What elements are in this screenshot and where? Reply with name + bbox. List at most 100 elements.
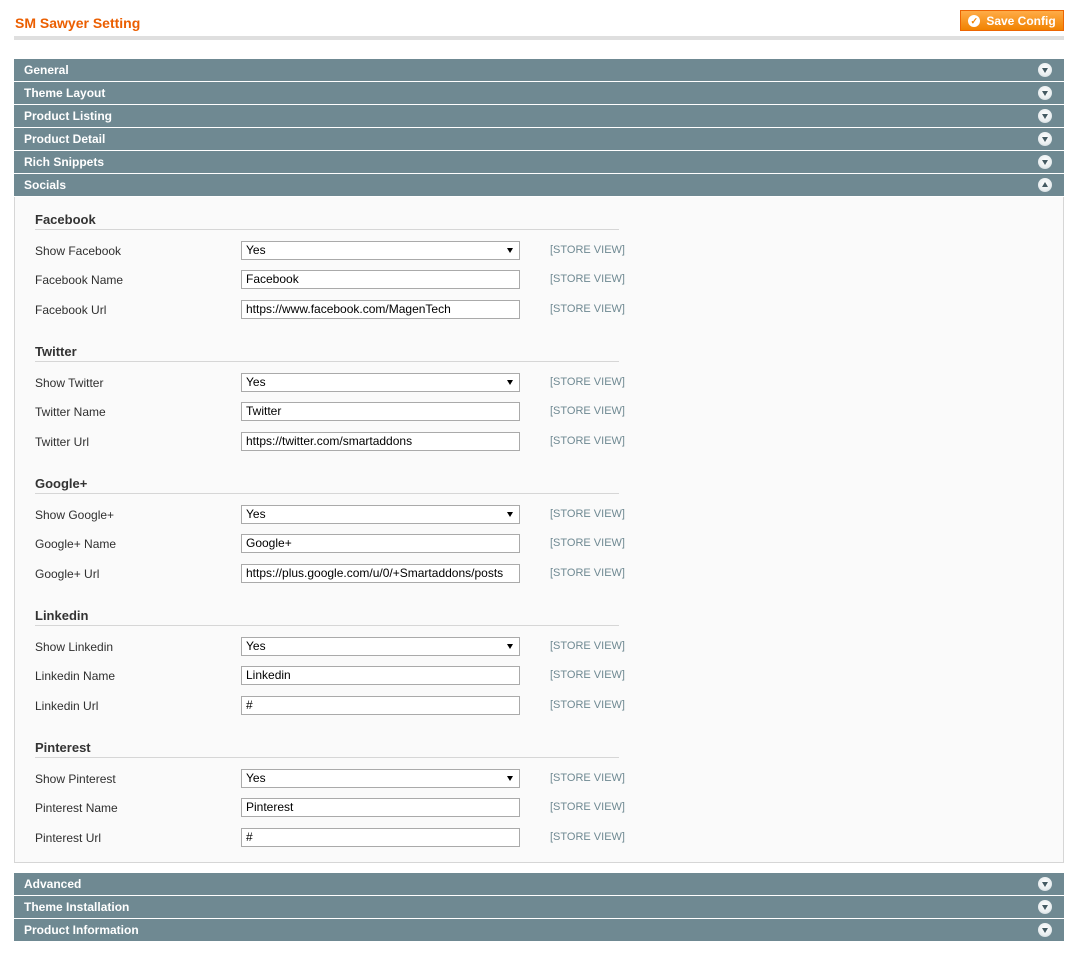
setting-row: Linkedin Name Linkedin [STORE VIEW] (35, 666, 635, 688)
chevron-down-icon[interactable] (1038, 132, 1052, 146)
twitter-name-input[interactable]: Twitter (241, 402, 520, 421)
section-title: Theme Layout (24, 86, 106, 100)
section-advanced[interactable]: Advanced (14, 873, 1064, 895)
setting-row: Show Google+ Yes [STORE VIEW] (35, 505, 635, 527)
pinterest-url-input[interactable]: # (241, 828, 520, 847)
field-label: Facebook Name (35, 273, 124, 287)
chevron-down-icon[interactable] (1038, 900, 1052, 914)
select-value: Yes (246, 771, 266, 785)
scope-label: [STORE VIEW] (550, 640, 625, 652)
section-title: Rich Snippets (24, 155, 105, 169)
show-pinterest-select[interactable]: Yes (241, 769, 520, 788)
field-label: Show Google+ (35, 508, 115, 522)
chevron-down-icon[interactable] (1038, 923, 1052, 937)
scope-label: [STORE VIEW] (550, 669, 625, 681)
setting-row: Pinterest Name Pinterest [STORE VIEW] (35, 798, 635, 820)
linkedin-name-input[interactable]: Linkedin (241, 666, 520, 685)
save-config-button[interactable]: ✓ Save Config (960, 10, 1064, 31)
setting-row: Pinterest Url # [STORE VIEW] (35, 828, 635, 850)
scope-label: [STORE VIEW] (550, 699, 625, 711)
field-label: Pinterest Name (35, 801, 118, 815)
scope-label: [STORE VIEW] (550, 801, 625, 813)
setting-row: Show Twitter Yes [STORE VIEW] (35, 373, 635, 395)
page-title: SM Sawyer Setting (15, 15, 141, 31)
select-value: Yes (246, 243, 266, 257)
chevron-down-icon[interactable] (1038, 877, 1052, 891)
scope-label: [STORE VIEW] (550, 435, 625, 447)
section-title: Theme Installation (24, 900, 130, 914)
dropdown-arrow-icon (507, 248, 513, 253)
setting-row: Twitter Url https://twitter.com/smartadd… (35, 432, 635, 454)
chevron-down-icon[interactable] (1038, 155, 1052, 169)
page-header: SM Sawyer Setting ✓ Save Config (14, 0, 1064, 40)
scope-label: [STORE VIEW] (550, 772, 625, 784)
dropdown-arrow-icon (507, 644, 513, 649)
section-socials[interactable]: Socials (14, 174, 1064, 196)
section-product-information[interactable]: Product Information (14, 919, 1064, 941)
show-facebook-select[interactable]: Yes (241, 241, 520, 260)
scope-label: [STORE VIEW] (550, 244, 625, 256)
section-theme-layout[interactable]: Theme Layout (14, 82, 1064, 104)
scope-label: [STORE VIEW] (550, 405, 625, 417)
twitter-url-input[interactable]: https://twitter.com/smartaddons (241, 432, 520, 451)
field-label: Linkedin Name (35, 669, 116, 683)
linkedin-url-input[interactable]: # (241, 696, 520, 715)
field-label: Facebook Url (35, 303, 107, 317)
setting-row: Facebook Name Facebook [STORE VIEW] (35, 270, 635, 292)
show-google-plus-select[interactable]: Yes (241, 505, 520, 524)
group-title: Linkedin (35, 608, 619, 626)
chevron-down-icon[interactable] (1038, 109, 1052, 123)
setting-row: Linkedin Url # [STORE VIEW] (35, 696, 635, 718)
section-theme-installation[interactable]: Theme Installation (14, 896, 1064, 918)
dropdown-arrow-icon (507, 776, 513, 781)
select-value: Yes (246, 507, 266, 521)
scope-label: [STORE VIEW] (550, 567, 625, 579)
facebook-name-input[interactable]: Facebook (241, 270, 520, 289)
section-product-detail[interactable]: Product Detail (14, 128, 1064, 150)
select-value: Yes (246, 639, 266, 653)
section-product-listing[interactable]: Product Listing (14, 105, 1064, 127)
field-label: Google+ Name (35, 537, 117, 551)
save-config-label: Save Config (986, 13, 1056, 28)
select-value: Yes (246, 375, 266, 389)
field-label: Show Pinterest (35, 772, 116, 786)
show-linkedin-select[interactable]: Yes (241, 637, 520, 656)
field-label: Linkedin Url (35, 699, 99, 713)
section-title: Advanced (24, 877, 82, 891)
setting-row: Show Pinterest Yes [STORE VIEW] (35, 769, 635, 791)
group-title: Facebook (35, 212, 619, 230)
section-general[interactable]: General (14, 59, 1064, 81)
scope-label: [STORE VIEW] (550, 376, 625, 388)
scope-label: [STORE VIEW] (550, 303, 625, 315)
check-circle-icon: ✓ (968, 14, 981, 27)
section-title: Socials (24, 178, 67, 192)
chevron-down-icon[interactable] (1038, 63, 1052, 77)
field-label: Show Twitter (35, 376, 104, 390)
field-label: Pinterest Url (35, 831, 102, 845)
field-label: Twitter Name (35, 405, 106, 419)
chevron-up-icon[interactable] (1038, 178, 1052, 192)
pinterest-name-input[interactable]: Pinterest (241, 798, 520, 817)
setting-row: Google+ Name Google+ [STORE VIEW] (35, 534, 635, 556)
dropdown-arrow-icon (507, 512, 513, 517)
section-title: Product Listing (24, 109, 112, 123)
field-label: Google+ Url (35, 567, 100, 581)
section-rich-snippets[interactable]: Rich Snippets (14, 151, 1064, 173)
setting-row: Show Facebook Yes [STORE VIEW] (35, 241, 635, 263)
setting-row: Google+ Url https://plus.google.com/u/0/… (35, 564, 635, 586)
google-plus-url-input[interactable]: https://plus.google.com/u/0/+Smartaddons… (241, 564, 520, 583)
setting-row: Twitter Name Twitter [STORE VIEW] (35, 402, 635, 424)
setting-row: Facebook Url https://www.facebook.com/Ma… (35, 300, 635, 322)
google-plus-name-input[interactable]: Google+ (241, 534, 520, 553)
facebook-url-input[interactable]: https://www.facebook.com/MagenTech (241, 300, 520, 319)
scope-label: [STORE VIEW] (550, 537, 625, 549)
show-twitter-select[interactable]: Yes (241, 373, 520, 392)
group-title: Google+ (35, 476, 619, 494)
field-label: Show Facebook (35, 244, 122, 258)
scope-label: [STORE VIEW] (550, 508, 625, 520)
section-title: General (24, 63, 69, 77)
field-label: Show Linkedin (35, 640, 114, 654)
chevron-down-icon[interactable] (1038, 86, 1052, 100)
dropdown-arrow-icon (507, 380, 513, 385)
section-title: Product Detail (24, 132, 106, 146)
